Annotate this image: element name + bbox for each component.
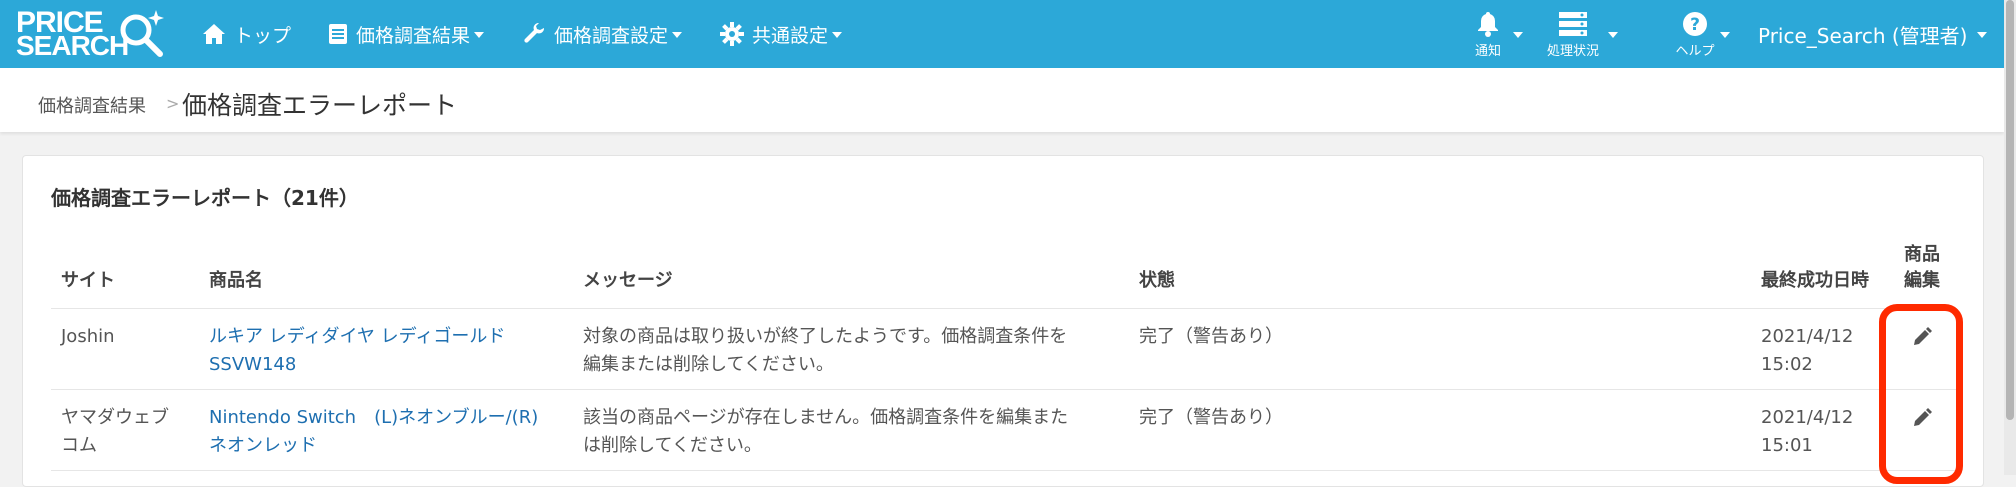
header-edit-line2: 編集 bbox=[1904, 270, 1940, 291]
header-site[interactable]: サイト bbox=[51, 242, 199, 309]
cell-message: 対象の商品は取り扱いが終了したようです。価格調査条件を 編集または削除してくださ… bbox=[573, 308, 1129, 390]
cell-status: 完了（警告あり） bbox=[1129, 389, 1751, 471]
cell-last-success: 2021/4/12 15:01 bbox=[1751, 389, 1887, 471]
breadcrumb: 価格調査結果 > 価格調査エラーレポート bbox=[0, 68, 2004, 132]
nav-common-label: 共通設定 bbox=[752, 24, 829, 47]
svg-text:?: ? bbox=[1690, 15, 1700, 35]
product-line2: SSVW148 bbox=[209, 354, 297, 375]
table-row: ヤマダウェブ コム Nintendo Switch (L)ネオンブルー/(R) … bbox=[51, 389, 1957, 471]
cell-product-link[interactable]: ルキア レディダイヤ レディゴールド SSVW148 bbox=[199, 308, 573, 390]
user-menu[interactable]: Price_Search (管理者) bbox=[1758, 0, 1988, 68]
nav-common[interactable]: 共通設定 bbox=[720, 0, 843, 68]
magnifier-logo-icon bbox=[120, 10, 164, 57]
nav-results[interactable]: 価格調査結果 bbox=[328, 0, 485, 68]
header-product[interactable]: 商品名 bbox=[199, 242, 573, 309]
nav-help[interactable]: ? ヘルプ bbox=[1650, 8, 1740, 62]
header-message[interactable]: メッセージ bbox=[573, 242, 1129, 309]
message-line2: は削除してください。 bbox=[583, 435, 762, 456]
edit-column-highlight bbox=[1879, 304, 1963, 484]
site-line2: コム bbox=[61, 435, 97, 456]
top-navbar: PRICE SEARCH トップ 価格調査結果 価格調査設定 共通設定 通知 処… bbox=[0, 0, 2016, 68]
nav-processing-label: 処理状況 bbox=[1546, 44, 1599, 59]
page-title: 価格調査エラーレポート bbox=[182, 91, 458, 120]
nav-settings[interactable]: 価格調査設定 bbox=[524, 0, 683, 68]
chevron-down-icon bbox=[1513, 32, 1523, 38]
chevron-down-icon bbox=[474, 32, 485, 38]
time-line: 15:01 bbox=[1761, 435, 1813, 456]
breadcrumb-separator: > bbox=[166, 94, 180, 113]
chevron-down-icon bbox=[1720, 32, 1730, 38]
chevron-down-icon bbox=[672, 32, 683, 38]
nav-notify-label: 通知 bbox=[1474, 44, 1501, 59]
user-name: Price_Search (管理者) bbox=[1758, 23, 1968, 48]
product-line1: ルキア レディダイヤ レディゴールド bbox=[209, 326, 506, 347]
home-icon bbox=[203, 24, 225, 44]
product-line2: ネオンレッド bbox=[209, 435, 317, 456]
nav-top-label: トップ bbox=[234, 24, 292, 47]
table-header-row: サイト 商品名 メッセージ 状態 最終成功日時 商品 編集 bbox=[51, 242, 1957, 309]
cell-product-link[interactable]: Nintendo Switch (L)ネオンブルー/(R) ネオンレッド bbox=[199, 389, 573, 471]
nav-help-label: ヘルプ bbox=[1675, 44, 1715, 59]
cell-site: ヤマダウェブ コム bbox=[51, 389, 199, 471]
header-edit-line1: 商品 bbox=[1904, 244, 1940, 265]
chevron-down-icon bbox=[832, 32, 843, 38]
cell-last-success: 2021/4/12 15:02 bbox=[1751, 308, 1887, 390]
gear-icon bbox=[720, 22, 744, 46]
server-icon bbox=[1559, 12, 1587, 36]
error-report-table: サイト 商品名 メッセージ 状態 最終成功日時 商品 編集 Joshin ルキア… bbox=[51, 242, 1957, 471]
message-line2: 編集または削除してください。 bbox=[583, 354, 834, 375]
cell-message: 該当の商品ページが存在しません。価格調査条件を編集また は削除してください。 bbox=[573, 389, 1129, 471]
nav-top[interactable]: トップ bbox=[202, 0, 291, 68]
logo-line2: SEARCH bbox=[16, 30, 129, 61]
header-status[interactable]: 状態 bbox=[1129, 242, 1751, 309]
cell-site: Joshin bbox=[51, 308, 199, 390]
header-edit: 商品 編集 bbox=[1887, 242, 1957, 309]
product-line1: Nintendo Switch (L)ネオンブルー/(R) bbox=[209, 407, 539, 428]
wrench-icon bbox=[524, 23, 545, 43]
site-line1: ヤマダウェブ bbox=[61, 407, 169, 428]
error-report-panel: 価格調査エラーレポート（21件） サイト 商品名 メッセージ 状態 最終成功日時… bbox=[22, 155, 1984, 487]
nav-notify[interactable]: 通知 bbox=[1443, 8, 1533, 62]
page-scrollbar[interactable] bbox=[2004, 0, 2016, 475]
message-line1: 該当の商品ページが存在しません。価格調査条件を編集また bbox=[583, 407, 1069, 428]
date-line: 2021/4/12 bbox=[1761, 326, 1854, 347]
chevron-down-icon bbox=[1977, 32, 1988, 38]
table-row: Joshin ルキア レディダイヤ レディゴールド SSVW148 対象の商品は… bbox=[51, 308, 1957, 390]
help-icon: ? bbox=[1683, 12, 1707, 36]
date-line: 2021/4/12 bbox=[1761, 407, 1854, 428]
cell-status: 完了（警告あり） bbox=[1129, 308, 1751, 390]
scrollbar-thumb[interactable] bbox=[2006, 0, 2014, 420]
bell-icon bbox=[1478, 12, 1498, 37]
price-search-logo[interactable]: PRICE SEARCH bbox=[14, 6, 166, 61]
nav-results-label: 価格調査結果 bbox=[356, 24, 471, 47]
nav-processing[interactable]: 処理状況 bbox=[1528, 8, 1618, 62]
list-icon bbox=[329, 24, 347, 44]
panel-title: 価格調査エラーレポート（21件） bbox=[51, 186, 359, 210]
message-line1: 対象の商品は取り扱いが終了したようです。価格調査条件を bbox=[583, 326, 1068, 347]
header-last-success[interactable]: 最終成功日時 bbox=[1751, 242, 1887, 309]
breadcrumb-parent-link[interactable]: 価格調査結果 bbox=[38, 92, 146, 118]
time-line: 15:02 bbox=[1761, 354, 1813, 375]
nav-settings-label: 価格調査設定 bbox=[554, 24, 669, 47]
chevron-down-icon bbox=[1608, 32, 1618, 38]
